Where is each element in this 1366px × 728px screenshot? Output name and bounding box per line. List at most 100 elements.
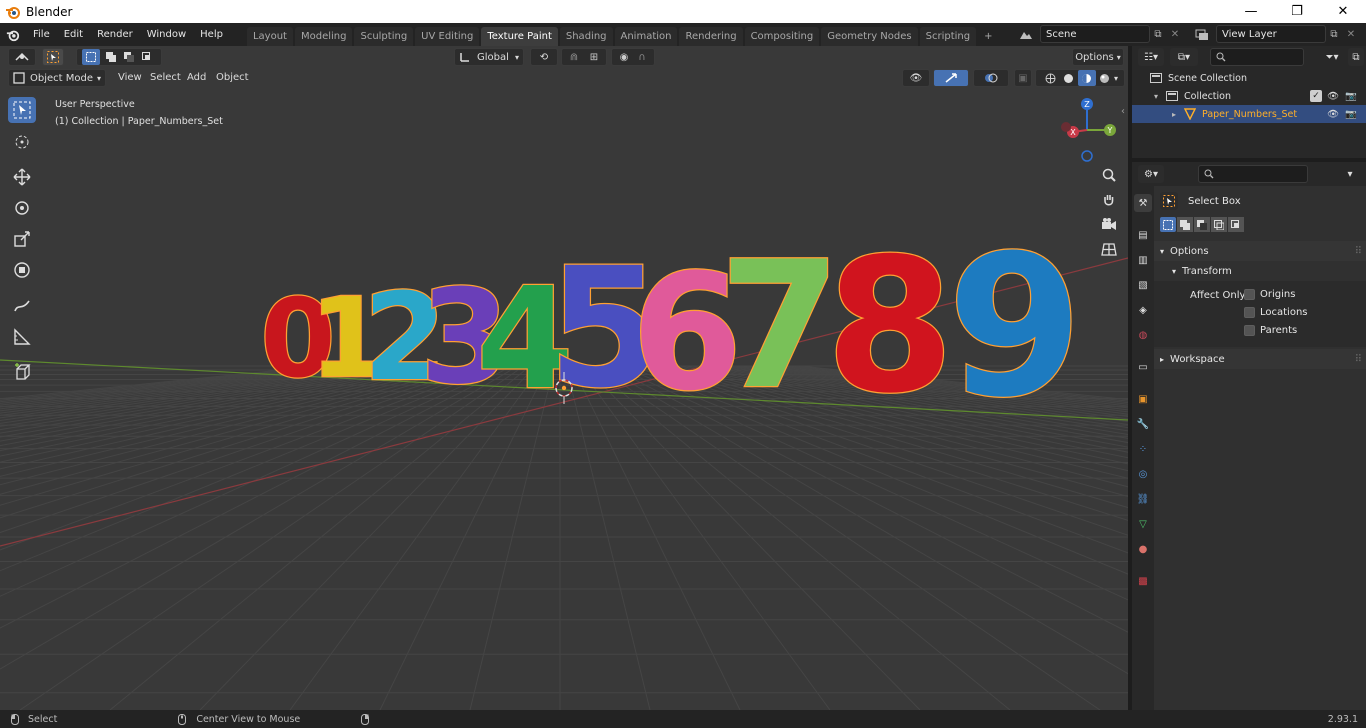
locations-checkbox-box[interactable] — [1244, 307, 1255, 318]
tab-compositing[interactable]: Compositing — [744, 27, 820, 46]
shading-chevron-icon[interactable]: ▾ — [1114, 74, 1118, 83]
new-collection-icon[interactable]: ⧉ — [1348, 48, 1364, 66]
menu-add[interactable]: Add — [187, 69, 206, 87]
tool-mode-set-icon[interactable] — [1160, 217, 1176, 232]
snap-magnet-icon[interactable]: ⋒ — [564, 49, 584, 65]
gizmo-toggle-icon[interactable] — [933, 69, 969, 87]
workspace-drag-handle-icon[interactable]: ⠿ — [1355, 354, 1362, 365]
snap-target-icon[interactable]: ⊞ — [584, 49, 604, 65]
options-drag-handle-icon[interactable]: ⠿ — [1355, 246, 1362, 257]
filter-icon[interactable]: ⏷▾ — [1320, 48, 1344, 66]
select-box-tool[interactable] — [8, 97, 36, 123]
origins-checkbox-box[interactable] — [1244, 289, 1255, 300]
parents-checkbox[interactable]: Parents — [1244, 325, 1297, 336]
gizmo-neg-x-icon[interactable] — [1061, 122, 1071, 132]
digit-8[interactable]: 8 — [824, 217, 955, 436]
digit-9[interactable]: 9 — [946, 212, 1084, 442]
display-mode-icon[interactable]: ⧉▾ — [1170, 48, 1198, 66]
properties-options-chevron-icon[interactable]: ▾ — [1340, 165, 1360, 183]
scale-tool[interactable] — [8, 226, 36, 252]
collection-tab-icon[interactable]: ▭ — [1134, 358, 1152, 376]
viewport-scene[interactable]: 0123456789 — [0, 46, 1128, 710]
workspace-panel-header[interactable]: ▸ Workspace ⠿ — [1154, 349, 1366, 369]
menu-select[interactable]: Select — [150, 69, 181, 87]
3d-viewport[interactable]: 0123456789 Global ▾ ⟲ ⋒ ⊞ ◉ ∩ Options ▾ … — [0, 46, 1128, 710]
expand-object-icon[interactable]: ▸ — [1172, 110, 1176, 119]
rotate-tool[interactable] — [8, 195, 36, 221]
mode-set-icon[interactable] — [82, 49, 100, 65]
menu-file[interactable]: File — [26, 23, 57, 46]
transform-subpanel-header[interactable]: ▾ Transform — [1154, 261, 1366, 281]
object-visibility-eye-icon[interactable]: 👁 — [1326, 109, 1340, 120]
add-workspace-icon[interactable]: + — [978, 27, 998, 46]
world-tab-icon[interactable]: ◍ — [1134, 326, 1152, 344]
camera-view-icon[interactable] — [1097, 212, 1121, 236]
exclude-checkbox-icon[interactable]: ✓ — [1310, 90, 1322, 102]
tool-mode-subtract-icon[interactable] — [1194, 217, 1210, 232]
tab-scripting[interactable]: Scripting — [919, 27, 977, 46]
perspective-grid-icon[interactable] — [1097, 237, 1121, 261]
tab-shading[interactable]: Shading — [559, 27, 613, 46]
navigation-gizmo[interactable]: Z Y X — [1054, 98, 1122, 162]
new-view-layer-icon[interactable]: ⧉ — [1326, 25, 1342, 44]
constraints-tab-icon[interactable]: ⛓ — [1134, 490, 1152, 508]
outliner-search-input[interactable] — [1210, 48, 1304, 66]
render-camera-icon[interactable]: 📷 — [1344, 91, 1358, 102]
material-shading-icon[interactable] — [1077, 70, 1096, 86]
zoom-icon[interactable] — [1097, 163, 1121, 187]
menu-edit[interactable]: Edit — [57, 23, 90, 46]
tool-mode-difference-icon[interactable] — [1211, 217, 1227, 232]
object-render-camera-icon[interactable]: 📷 — [1344, 109, 1358, 120]
annotate-tool[interactable] — [8, 293, 36, 319]
mode-extend-icon[interactable] — [102, 49, 120, 65]
mode-intersect-icon[interactable] — [138, 49, 156, 65]
options-panel-header[interactable]: ▾ Options ⠿ — [1154, 241, 1366, 261]
pan-hand-icon[interactable] — [1097, 188, 1121, 212]
overlays-toggle-icon[interactable] — [973, 69, 1009, 87]
pivot-point-icon[interactable]: ⟲ — [530, 48, 558, 66]
remove-scene-icon[interactable]: ✕ — [1168, 25, 1182, 44]
view-layer-field[interactable]: View Layer — [1216, 25, 1326, 43]
editor-type-icon[interactable] — [8, 48, 36, 66]
transform-orientation-dropdown[interactable]: Global ▾ — [454, 48, 524, 66]
options-dropdown[interactable]: Options ▾ — [1072, 48, 1124, 66]
move-tool[interactable] — [8, 164, 36, 190]
paper-numbers[interactable]: 0123456789 — [259, 212, 1084, 442]
material-tab-icon[interactable]: ● — [1134, 540, 1152, 558]
scene-tab-icon[interactable]: ◈ — [1134, 301, 1152, 319]
data-tab-icon[interactable]: ▽ — [1134, 515, 1152, 533]
digit-7[interactable]: 7 — [718, 224, 842, 430]
restore-icon[interactable]: ❐ — [1274, 0, 1320, 23]
visibility-icon[interactable]: 👁 — [902, 69, 930, 87]
blender-menu-icon[interactable] — [0, 23, 26, 46]
xray-icon[interactable]: ▣ — [1014, 69, 1032, 87]
select-tool-icon[interactable] — [42, 48, 64, 66]
rendered-shading-icon[interactable] — [1096, 70, 1114, 86]
view-layer-tab-icon[interactable]: ▧ — [1134, 276, 1152, 294]
physics-tab-icon[interactable]: ◎ — [1134, 465, 1152, 483]
tab-animation[interactable]: Animation — [614, 27, 678, 46]
outliner-scene-collection[interactable]: Scene Collection — [1132, 69, 1366, 87]
select-box-tool-icon[interactable] — [1160, 192, 1178, 210]
modifier-tab-icon[interactable]: 🔧 — [1134, 415, 1152, 433]
origins-checkbox[interactable]: Origins — [1244, 289, 1295, 300]
cursor-tool[interactable] — [8, 129, 36, 155]
mode-subtract-icon[interactable] — [120, 49, 138, 65]
expand-collection-icon[interactable]: ▾ — [1154, 92, 1158, 101]
tab-sculpting[interactable]: Sculpting — [354, 27, 414, 46]
tab-texture-paint[interactable]: Texture Paint — [481, 27, 558, 46]
properties-search-input[interactable] — [1198, 165, 1308, 183]
menu-view[interactable]: View — [118, 69, 142, 87]
falloff-icon[interactable]: ∩ — [633, 49, 651, 65]
locations-checkbox[interactable]: Locations — [1244, 307, 1308, 318]
menu-window[interactable]: Window — [140, 23, 193, 46]
scene-field[interactable]: Scene — [1040, 25, 1150, 43]
render-tab-icon[interactable]: ▤ — [1134, 226, 1152, 244]
outliner-object-paper-numbers[interactable]: ▸ Paper_Numbers_Set 👁 📷 — [1132, 105, 1366, 123]
tool-tab-icon[interactable]: ⚒ — [1134, 194, 1152, 212]
remove-view-layer-icon[interactable]: ✕ — [1344, 25, 1358, 44]
visibility-eye-icon[interactable]: 👁 — [1326, 91, 1340, 102]
output-tab-icon[interactable]: ▥ — [1134, 251, 1152, 269]
close-icon[interactable]: ✕ — [1320, 0, 1366, 23]
tab-layout[interactable]: Layout — [246, 27, 293, 46]
